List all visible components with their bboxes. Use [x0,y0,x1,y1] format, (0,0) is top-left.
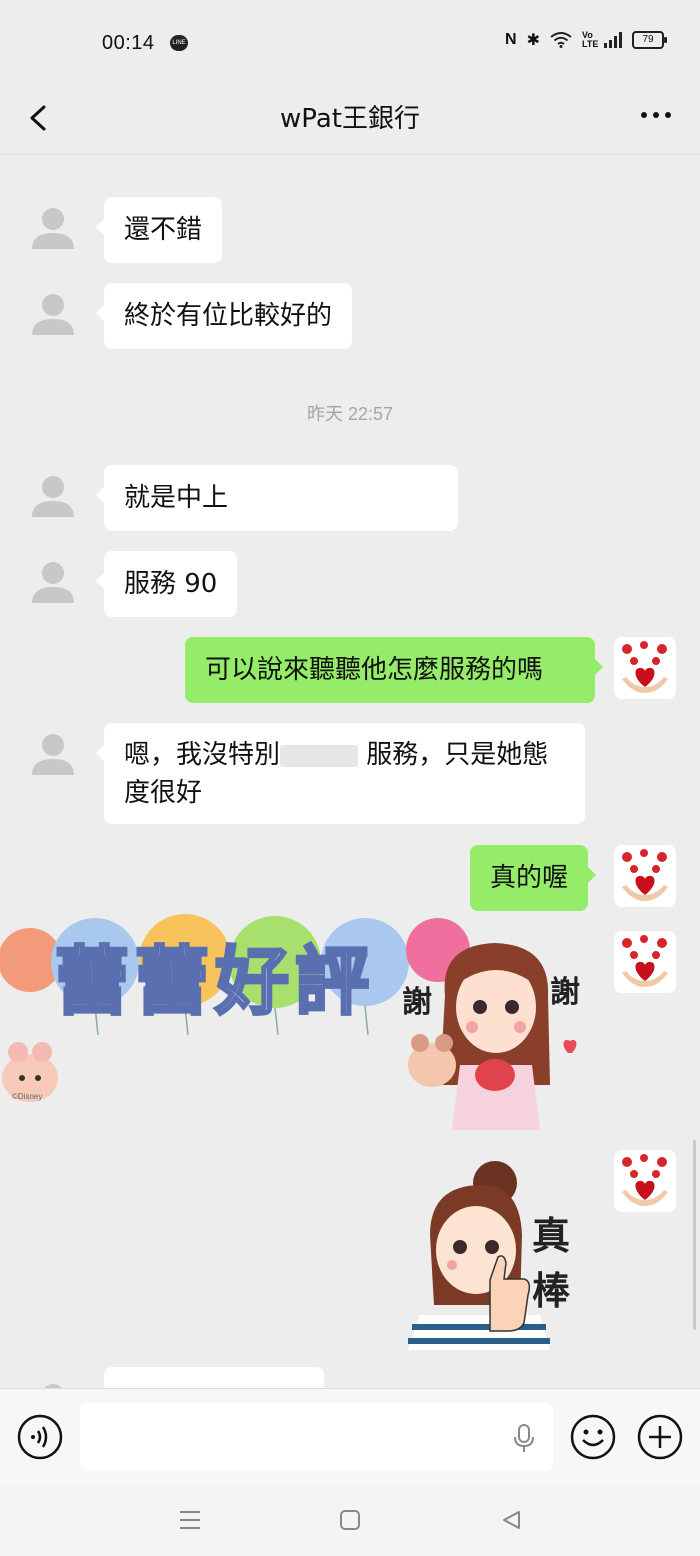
input-bar [0,1388,700,1485]
message-bubble-incoming[interactable]: 嗯，我沒特別 服務，只是她態 度很好 [96,723,585,824]
default-person-icon [32,208,74,249]
praise-sticker-text: 蕾蕾好評 [54,938,375,1027]
home-nav-icon[interactable] [339,1509,361,1531]
hearts-in-hands-avatar-icon [614,931,676,993]
add-more-icon[interactable] [637,1414,683,1460]
contact-avatar[interactable] [22,197,84,259]
emoji-icon[interactable] [570,1414,616,1460]
thanks-girl-sticker[interactable]: 謝 謝 [400,935,595,1130]
hearts-in-hands-avatar-icon [614,1150,676,1212]
status-icons: N ✱ Vo LTE 79 [505,30,667,50]
default-person-icon [44,1384,62,1388]
message-text: 嗯，我沒特別 [124,740,281,770]
my-avatar[interactable] [614,637,676,699]
status-time: 00:14 [102,32,155,54]
menu-nav-icon[interactable] [178,1509,202,1531]
voice-mode-icon[interactable] [17,1414,63,1460]
disney-caption: ©Disney [12,1092,43,1101]
timestamp-separator: 昨天 22:57 [306,404,394,424]
great-text-top: 真 [532,1214,571,1258]
nfc-icon: N [505,31,517,48]
message-list[interactable]: 還不錯 終於有位比較好的 昨天 22:57 就是中上 服務 90 可以說來聽聽他… [0,155,700,1388]
default-person-icon [32,734,74,775]
message-text: 服務，只是她態 [358,740,549,770]
default-person-icon [32,476,74,517]
default-person-icon [32,294,74,335]
line-notification-icon: LINE [170,35,188,51]
more-options-icon[interactable] [636,100,676,130]
hearts-in-hands-avatar-icon [614,845,676,907]
hearts-in-hands-avatar-icon [614,637,676,699]
message-bubble-incoming[interactable]: 服務 90 [95,551,238,617]
message-bubble-incoming[interactable]: 終於有位比較好的 [95,283,353,349]
battery-icon: 79 [632,31,667,49]
thumbs-up-girl-sticker[interactable]: 真 棒 [400,1155,600,1350]
girl-with-gift-icon [408,943,577,1130]
contact-avatar[interactable] [22,551,84,613]
message-input[interactable] [80,1403,553,1471]
my-avatar[interactable] [614,845,676,907]
status-bar: 00:14 LINE N ✱ Vo LTE 79 [0,0,700,88]
system-navigation-bar [0,1484,700,1556]
volte-icon: Vo LTE [582,30,599,49]
wifi-icon [550,32,572,48]
blurred-text [280,744,359,767]
my-avatar[interactable] [614,931,676,993]
message-bubble-incoming[interactable]: 還不錯 [95,197,223,263]
chat-title: wPat王銀行 [280,104,420,134]
thanks-text-left: 謝 [402,985,432,1020]
contact-avatar[interactable] [22,465,84,527]
message-text: 度很好 [124,778,203,808]
default-person-icon [32,562,74,603]
message-bubble-incoming[interactable]: 就是中上 [96,465,458,531]
signal-icon [604,32,622,48]
bluetooth-icon: ✱ [526,32,540,49]
microphone-icon[interactable] [513,1423,535,1453]
back-nav-icon[interactable] [500,1509,522,1531]
message-bubble-outgoing[interactable]: 真的喔 [470,845,597,911]
thanks-text-right: 謝 [550,975,580,1010]
great-text-bottom: 棒 [532,1269,571,1313]
message-bubble-incoming[interactable] [104,1367,324,1388]
contact-avatar[interactable] [22,1373,84,1388]
message-bubble-outgoing[interactable]: 可以說來聽聽他怎麼服務的嗎 [185,637,603,703]
chat-header: wPat王銀行 [0,88,700,155]
contact-avatar[interactable] [22,723,84,785]
my-avatar[interactable] [614,1150,676,1212]
contact-avatar[interactable] [22,283,84,345]
scrollbar[interactable] [693,1140,696,1330]
